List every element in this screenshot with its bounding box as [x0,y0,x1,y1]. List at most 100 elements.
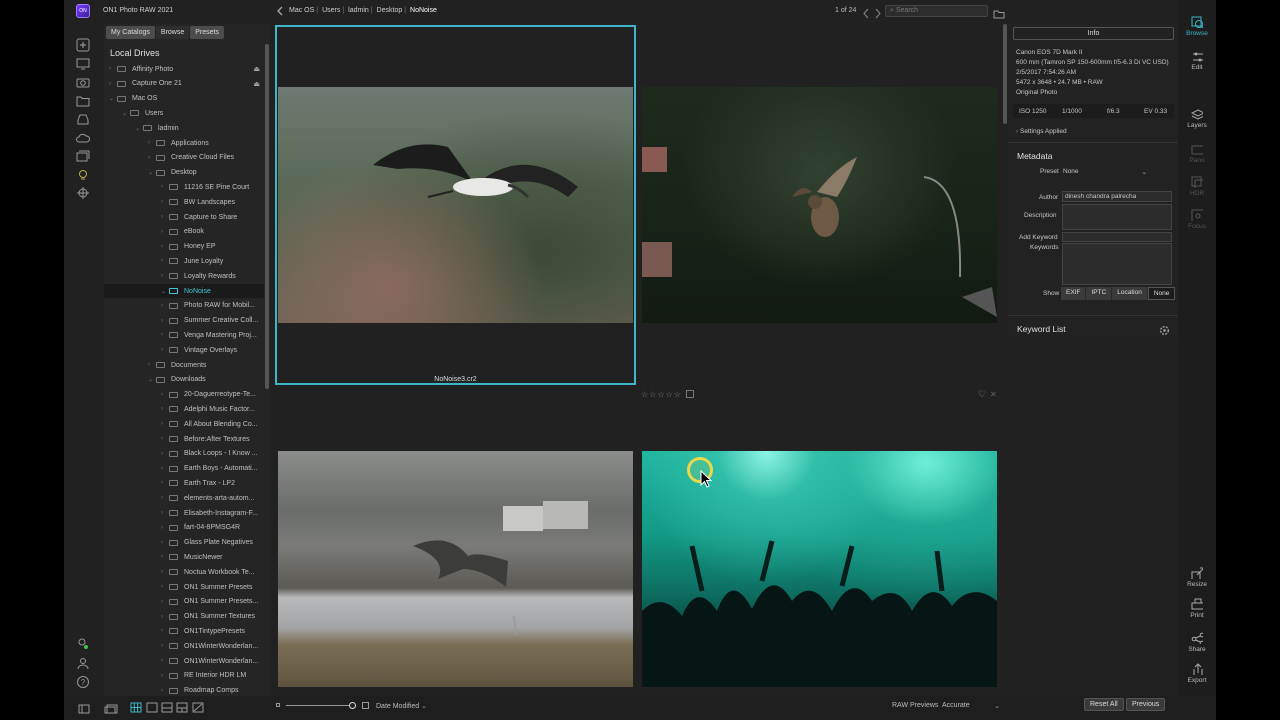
chevron-right-icon[interactable]: › [161,673,169,679]
chevron-right-icon[interactable]: › [161,480,169,486]
breadcrumb-item[interactable]: Users [322,7,340,14]
back-chevron-icon[interactable] [276,5,284,20]
cloud-icon[interactable] [75,131,91,145]
chevron-down-icon[interactable]: ⌄ [148,376,156,383]
eject-icon[interactable]: ⏏ [253,80,260,88]
chevron-right-icon[interactable]: › [161,643,169,649]
tree-item[interactable]: ⌄ Downloads [104,373,264,387]
selected-thumbnail-frame[interactable] [275,25,636,385]
add-icon[interactable] [75,38,91,52]
show-location-button[interactable]: Location [1112,287,1148,300]
chevron-right-icon[interactable]: › [109,66,117,72]
settings-applied-toggle[interactable]: › Settings Applied [1016,128,1067,135]
chevron-right-icon[interactable]: › [161,392,169,398]
tree-item[interactable]: › ON1WinterWonderlan... [104,654,264,668]
user-icon[interactable] [75,656,91,670]
tree-item[interactable]: ⌄ Mac OS [104,92,264,106]
chevron-right-icon[interactable]: › [161,540,169,546]
albums-icon[interactable] [75,149,91,163]
chevron-right-icon[interactable]: › [161,436,169,442]
tree-item[interactable]: › Before:After Textures [104,432,264,446]
chevron-right-icon[interactable]: › [161,658,169,664]
module-pano[interactable]: Pano [1178,143,1216,164]
filmstrip-icon[interactable] [104,701,118,719]
photo-thumbnail-sparrow[interactable] [642,87,997,323]
drive-icon[interactable] [75,112,91,126]
tree-item[interactable]: ⌄ ladmin [104,121,264,135]
chevron-right-icon[interactable]: › [161,569,169,575]
eject-icon[interactable]: ⏏ [253,65,260,73]
tree-item[interactable]: › 20-Daguerreotype-Te... [104,388,264,402]
module-browse[interactable]: Browse [1178,16,1216,37]
tree-item[interactable]: › All About Blending Co... [104,417,264,431]
tab-browse[interactable]: Browse [155,26,190,39]
tab-my-catalogs[interactable]: My Catalogs [106,26,155,39]
previous-button[interactable]: Previous [1126,698,1166,711]
sort-checkbox[interactable] [362,702,369,709]
connection-status-icon[interactable] [75,636,91,650]
tree-item[interactable]: › Documents [104,358,264,372]
chevron-right-icon[interactable]: › [148,140,156,146]
chevron-right-icon[interactable]: › [161,614,169,620]
module-print[interactable]: Print [1178,598,1216,619]
lightbulb-icon[interactable] [75,168,91,182]
breadcrumb-item[interactable]: ladmin [348,7,369,14]
tree-item[interactable]: › ON1WinterWonderlan... [104,639,264,653]
tree-item[interactable]: ⌄ Desktop [104,166,264,180]
info-tab[interactable]: Info [1013,27,1174,40]
chevron-right-icon[interactable]: › [161,688,169,694]
thumbnail-size-slider[interactable] [286,705,354,706]
grid-scrollbar[interactable] [1003,24,1007,124]
chevron-down-icon[interactable]: ⌄ [122,110,130,117]
grid-view-icon[interactable] [130,700,142,718]
tree-item[interactable]: › ON1 Summer Presets [104,580,264,594]
help-icon[interactable]: ? [75,675,91,689]
keywords-field[interactable] [1062,243,1172,285]
tree-item[interactable]: › Applications [104,136,264,150]
tree-item[interactable]: › ON1 Summer Presets... [104,595,264,609]
search-input[interactable]: ⌕ Search [885,5,988,17]
sort-select[interactable]: Date Modified ⌄ [376,702,427,710]
tree-item[interactable]: › Black Loops - I Know ... [104,447,264,461]
tree-item[interactable]: › Venga Mastering Proj... [104,328,264,342]
chevron-right-icon[interactable]: › [161,525,169,531]
chevron-right-icon[interactable]: › [161,199,169,205]
module-edit[interactable]: Edit [1178,50,1216,71]
tree-item[interactable]: › June Loyalty [104,254,264,268]
tree-item[interactable]: › ON1 Summer Textures [104,610,264,624]
tree-item[interactable]: › Glass Plate Negatives [104,536,264,550]
chevron-right-icon[interactable]: › [161,214,169,220]
chevron-right-icon[interactable]: › [161,244,169,250]
tree-item[interactable]: › Capture One 21 ⏏ [104,77,264,91]
chevron-right-icon[interactable]: › [161,184,169,190]
crosshair-icon[interactable] [75,186,91,200]
chevron-right-icon[interactable]: › [161,466,169,472]
detail-view-icon[interactable] [146,700,158,718]
photo-thumbnail-heron[interactable] [278,451,633,687]
monitor-icon[interactable] [75,57,91,71]
module-hdr[interactable]: HDR [1178,176,1216,197]
chevron-right-icon[interactable]: › [148,362,156,368]
chevron-right-icon[interactable]: › [161,584,169,590]
chevron-right-icon[interactable]: › [161,554,169,560]
tree-item[interactable]: ⌄ Users [104,106,264,120]
map-view-icon[interactable] [192,700,204,718]
tree-item[interactable]: › Affinity Photo ⏏ [104,62,264,76]
chevron-right-icon[interactable]: › [161,628,169,634]
chevron-right-icon[interactable]: › [109,81,117,87]
tree-item[interactable]: › BW Landscapes [104,195,264,209]
filmstrip-view-icon[interactable] [176,700,188,718]
star-rating[interactable]: ☆☆☆☆☆ [641,390,682,399]
module-share[interactable]: Share [1178,632,1216,653]
reject-icon[interactable]: ✕ [990,390,997,399]
tree-item[interactable]: › ON1TintypePresets [104,624,264,638]
chevron-right-icon[interactable]: › [161,273,169,279]
tree-item[interactable]: › Summer Creative Coll... [104,314,264,328]
chevron-down-icon[interactable]: ⌄ [109,95,117,102]
tree-item[interactable]: › Honey EP [104,240,264,254]
breadcrumb-item[interactable]: Desktop [377,7,403,14]
tree-item[interactable]: › Creative Cloud Files [104,151,264,165]
chevron-right-icon[interactable]: › [148,155,156,161]
tree-item[interactable]: › Loyalty Rewards [104,269,264,283]
chevron-down-icon[interactable]: ⌄ [148,169,156,176]
